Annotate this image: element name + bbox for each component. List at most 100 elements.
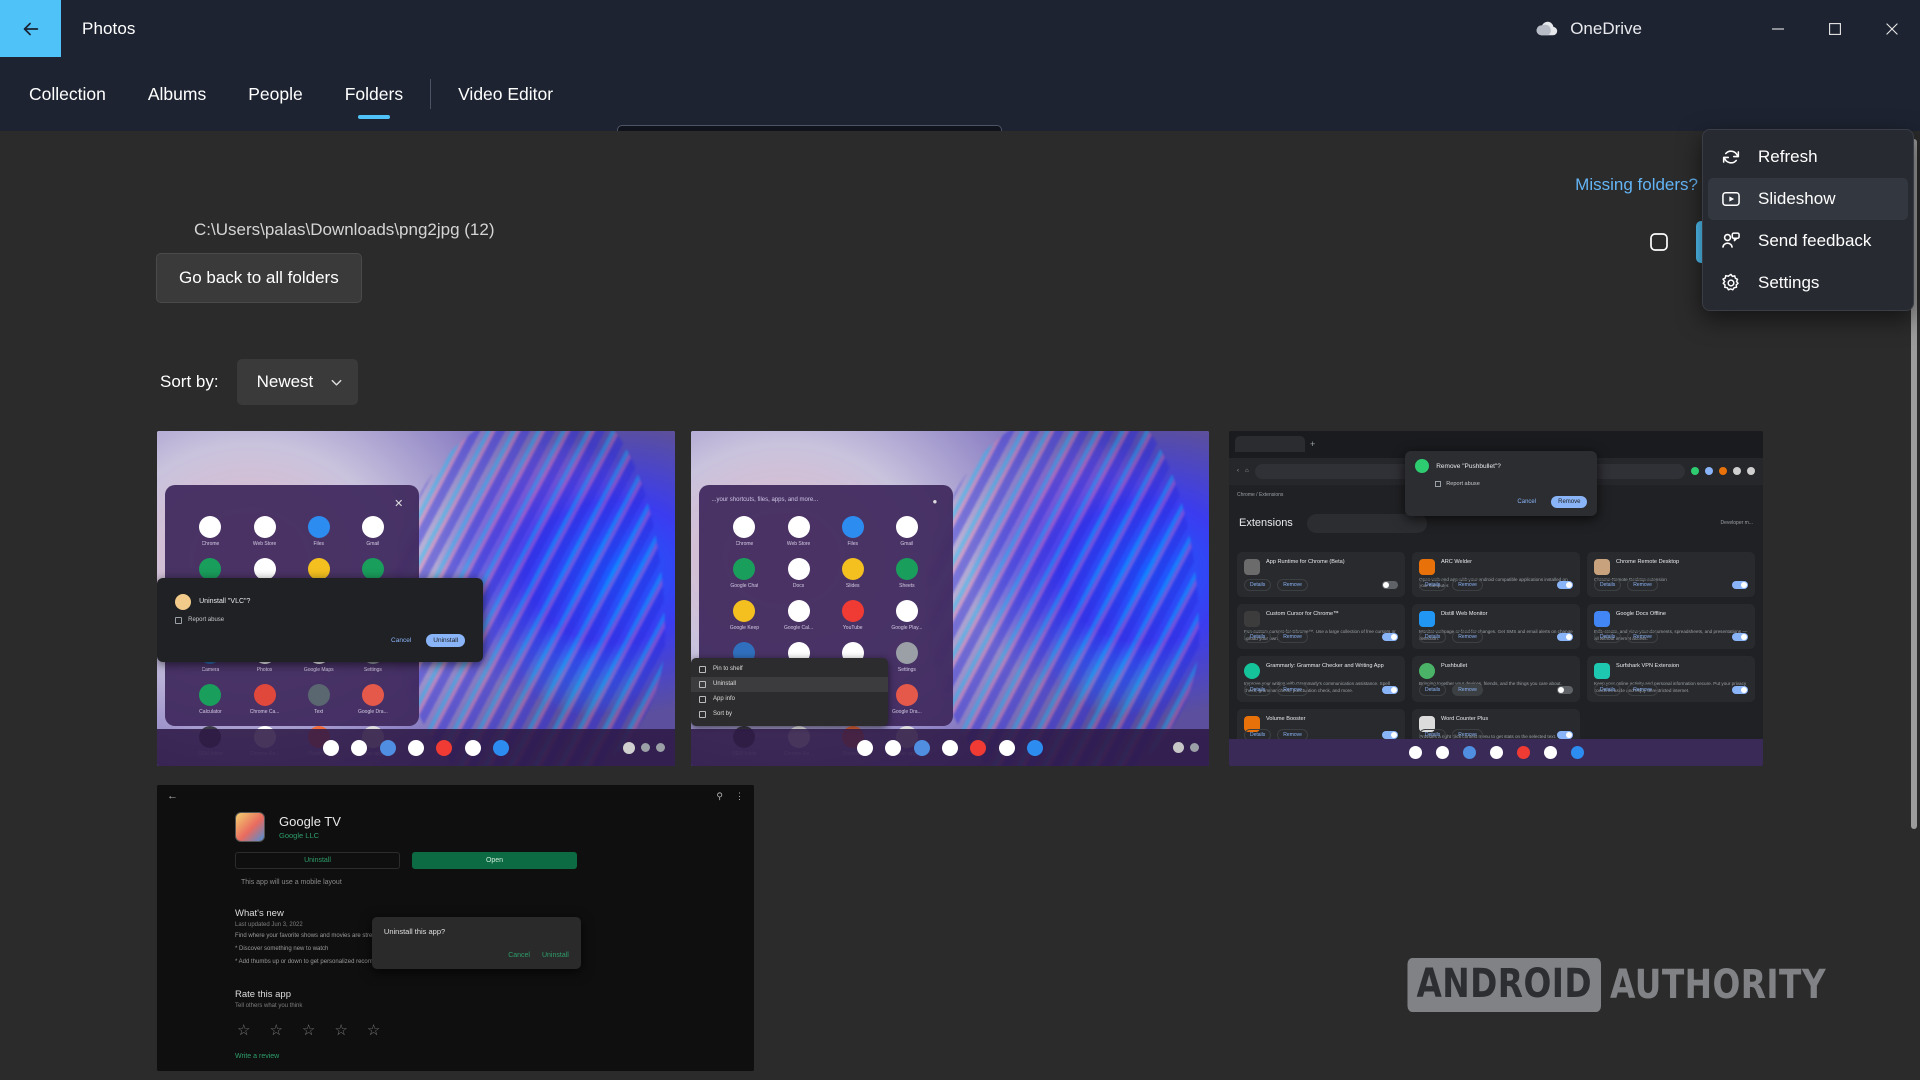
tab-folders[interactable]: Folders <box>324 57 424 131</box>
photo-thumbnail[interactable]: ...your shortcuts, files, apps, and more… <box>691 431 1209 766</box>
missing-folders-link[interactable]: Missing folders? <box>1575 175 1698 195</box>
tab-label: Folders <box>345 84 403 105</box>
chromeos-screenshot: ...your shortcuts, files, apps, and more… <box>691 431 1209 766</box>
toolbar-right: ⚲ ⋮ <box>716 791 744 802</box>
tab-video-editor[interactable]: Video Editor <box>437 57 574 131</box>
folder-path: C:\Users\palas\Downloads\png2jpg (12) <box>194 220 495 240</box>
app-meta: Google TV Google LLC <box>279 814 341 840</box>
sort-label: Sort by: <box>160 372 219 392</box>
app-label: Google Dra... <box>892 709 922 715</box>
cancel-button: Cancel <box>1510 496 1543 508</box>
settings-icon <box>641 743 650 752</box>
window-controls <box>1749 0 1920 57</box>
photo-thumbnail[interactable]: ✕ Chrome Web Store Files Gmail Google Ch… <box>157 431 675 766</box>
menu-item-send-feedback[interactable]: Send feedback <box>1708 220 1908 262</box>
tab-indicator <box>358 115 390 119</box>
photo-thumbnail[interactable]: ← ⚲ ⋮ Google TV Google LLC <box>157 785 754 1071</box>
app-label: Slides <box>846 583 860 589</box>
card-header: Google Docs Offline <box>1594 611 1748 627</box>
app-tile: Gmail <box>348 516 398 547</box>
extension-name: ARC Welder <box>1441 559 1472 575</box>
tab-collection[interactable]: Collection <box>8 57 127 131</box>
extension-name: Grammarly: Grammar Checker and Writing A… <box>1266 663 1384 679</box>
maximize-button[interactable] <box>1806 0 1863 57</box>
chrome-canary-icon <box>254 684 276 706</box>
card-footer: DetailsRemove <box>1419 684 1573 696</box>
report-abuse-label: Report abuse <box>188 617 224 623</box>
search-extensions-box <box>1307 514 1427 533</box>
gmail-icon <box>896 516 918 538</box>
extension-name: Chrome Remote Desktop <box>1616 559 1679 575</box>
tab-people[interactable]: People <box>227 57 324 131</box>
cloud-icon <box>1535 20 1559 37</box>
wallpaper-swirl <box>929 431 1198 766</box>
watermark: ANDROID AUTHORITY <box>1365 958 1873 1012</box>
app-tile: Google Cal... <box>774 600 824 631</box>
menu-item-slideshow[interactable]: Slideshow <box>1708 178 1908 220</box>
info-icon <box>699 696 706 703</box>
menu-item-settings[interactable]: Settings <box>1708 262 1908 304</box>
dialog-title: Uninstall this app? <box>384 927 569 936</box>
profile-icon <box>1747 467 1755 475</box>
settings-icon <box>896 642 918 664</box>
chrome-extensions-screenshot: + ‹ ⌂ Chrome / Extensions <box>1229 431 1763 766</box>
app-label: Gmail <box>900 541 913 547</box>
files-icon <box>308 516 330 538</box>
extension-card: ARC Welder Open web and app with your an… <box>1412 552 1580 597</box>
back-button[interactable] <box>0 0 61 57</box>
select-mode-button[interactable] <box>1638 221 1680 263</box>
card-header: Distill Web Monitor <box>1419 611 1573 627</box>
shelf <box>157 729 675 766</box>
go-back-to-all-folders-button[interactable]: Go back to all folders <box>156 253 362 303</box>
tab-label: Albums <box>148 84 206 105</box>
sort-dropdown[interactable]: Newest <box>237 359 359 405</box>
extension-card: Pushbullet Bringing together your device… <box>1412 656 1580 701</box>
minimize-button[interactable] <box>1749 0 1806 57</box>
onedrive-label: OneDrive <box>1570 19 1642 39</box>
menu-item-refresh[interactable]: Refresh <box>1708 136 1908 178</box>
enable-toggle <box>1382 731 1398 739</box>
enable-toggle <box>1557 633 1573 641</box>
remove-button: Remove <box>1627 684 1658 696</box>
photo-thumbnail[interactable]: + ‹ ⌂ Chrome / Extensions <box>1229 431 1763 766</box>
app-tile: Files <box>828 516 878 547</box>
app-tile: Text <box>294 684 344 715</box>
dialog-title: Remove "Pushbullet"? <box>1436 463 1501 470</box>
app-hero: Google TV Google LLC <box>157 808 754 842</box>
card-header: Custom Cursor for Chrome™ <box>1244 611 1398 627</box>
back-arrow-icon <box>20 18 42 40</box>
uninstall-dialog: Uninstall this app? Cancel Uninstall <box>372 917 581 969</box>
app-label: Files <box>847 541 858 547</box>
app-tile: YouTube <box>828 600 878 631</box>
sort-row: Sort by: Newest <box>160 359 358 405</box>
uninstall-button: Uninstall <box>426 634 465 647</box>
sort-value: Newest <box>257 372 314 392</box>
extension-card-grid: App Runtime for Chrome (Beta) DetailsRem… <box>1237 552 1755 740</box>
open-button: Open <box>412 852 577 869</box>
tab-albums[interactable]: Albums <box>127 57 227 131</box>
app-tile: Google Dra... <box>882 684 932 715</box>
onedrive-status[interactable]: OneDrive <box>1535 19 1642 39</box>
remove-button: Remove <box>1627 631 1658 643</box>
gmail-icon <box>885 740 901 756</box>
checkbox-icon <box>175 617 182 624</box>
dialog-buttons: Cancel Uninstall <box>384 952 569 959</box>
app-label: Settings <box>898 667 916 673</box>
context-label: App info <box>713 696 735 702</box>
app-label: Web Store <box>787 541 811 547</box>
back-icon: ← <box>167 790 178 802</box>
close-button[interactable] <box>1863 0 1920 57</box>
app-label: Google Chat <box>730 583 758 589</box>
enable-toggle <box>1732 633 1748 641</box>
tab-label: Video Editor <box>458 84 553 105</box>
tab-divider <box>430 79 431 109</box>
extension-card: Grammarly: Grammar Checker and Writing A… <box>1237 656 1405 701</box>
watermark-android: ANDROID <box>1407 958 1601 1012</box>
app-label: Google Dra... <box>358 709 388 715</box>
app-tile: Web Store <box>240 516 290 547</box>
enable-toggle <box>1557 686 1573 694</box>
files-icon <box>914 740 930 756</box>
enable-toggle <box>1382 686 1398 694</box>
details-button: Details <box>1244 684 1271 696</box>
dialog-header: Uninstall "VLC"? <box>175 594 465 610</box>
